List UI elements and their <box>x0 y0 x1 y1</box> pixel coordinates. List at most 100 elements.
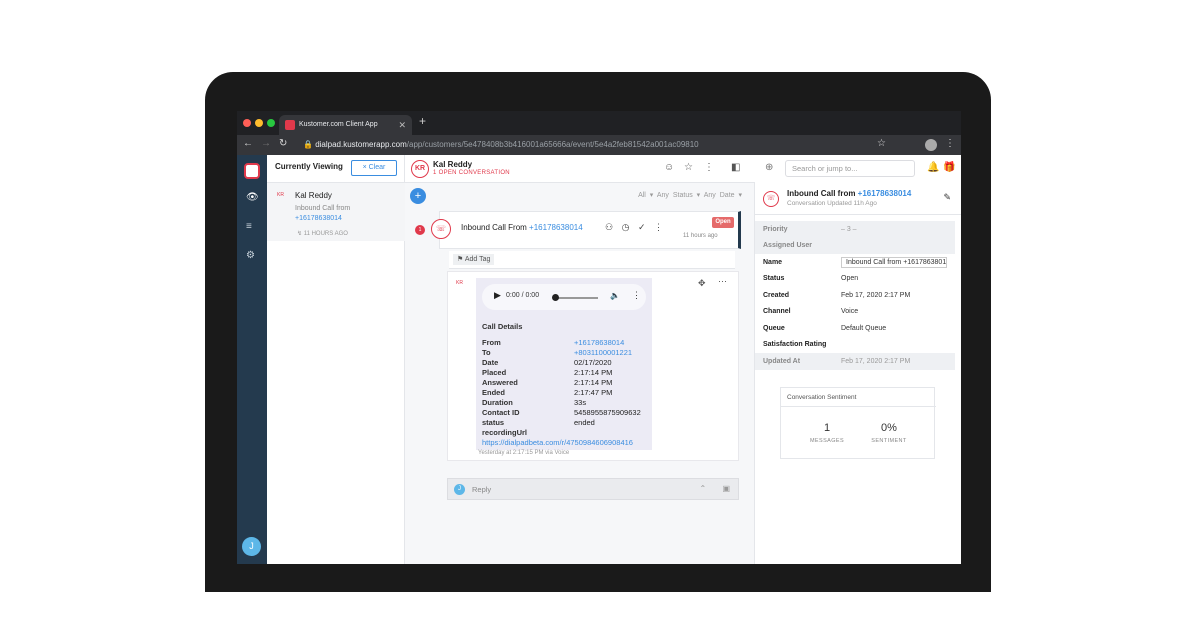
property-row: Queue Default Queue <box>755 320 955 337</box>
url-field[interactable]: 🔒 dialpad.kustomerapp.com/app/customers/… <box>303 138 903 152</box>
address-bar: ← → ↻ 🔒 dialpad.kustomerapp.com/app/cust… <box>237 135 961 155</box>
reload-icon[interactable]: ↻ <box>279 138 287 149</box>
call-detail-value: ended <box>574 418 595 427</box>
call-detail-value: 2:17:47 PM <box>574 388 613 397</box>
eye-icon[interactable]: 👁 <box>246 192 259 203</box>
call-detail-key: Duration <box>482 398 513 407</box>
customer-header-name[interactable]: Kal Reddy <box>433 160 472 169</box>
call-detail-value[interactable]: +16178638014 <box>574 338 624 348</box>
property-value[interactable]: Feb 17, 2020 2:17 PM <box>841 358 910 365</box>
minimize-window-dot[interactable] <box>255 119 263 127</box>
app-sidebar: 👁 ≡ ⚙ J <box>237 155 267 564</box>
call-detail-key: Date <box>482 358 499 367</box>
property-key: Assigned User <box>763 242 813 250</box>
player-progress[interactable] <box>554 297 598 299</box>
forward-icon[interactable]: → <box>261 138 271 149</box>
player-scrubber[interactable] <box>552 294 559 301</box>
property-value[interactable]: Inbound Call from +16178638014 <box>841 256 947 268</box>
timeline-filters[interactable]: All ▾ Any Status ▾ Any Date ▾ <box>638 191 742 199</box>
gift-icon[interactable]: 🎁 <box>943 162 955 173</box>
edit-pencil-icon[interactable]: ✎ <box>943 192 951 203</box>
bookmark-star-icon[interactable]: ☆ <box>877 138 886 149</box>
gear-icon[interactable]: ⚙ <box>246 250 255 261</box>
call-detail-row: Contact ID 5458955875909632 <box>482 408 641 418</box>
add-circle-icon[interactable]: ⊕ <box>765 162 773 173</box>
snooze-icon[interactable]: ◷ <box>622 222 630 232</box>
reply-avatar: J <box>454 484 465 495</box>
message-author-initials: KR <box>456 280 463 286</box>
property-row: Satisfaction Rating <box>755 337 955 354</box>
reply-box[interactable]: J Reply ⌃ ▣ <box>447 478 739 500</box>
recording-url-link[interactable]: https://dialpadbeta.com/r/47509846069084… <box>482 438 641 448</box>
call-detail-row: To +8031100001221 <box>482 348 641 358</box>
bell-icon[interactable]: 🔔 <box>927 162 939 173</box>
more-icon[interactable]: ⋮ <box>704 162 714 173</box>
property-row: Status Open <box>755 271 955 288</box>
detail-phone-icon: ☏ <box>763 191 779 207</box>
clear-button[interactable]: × Clear <box>351 160 397 176</box>
message-bubble: ▶ 0:00 / 0:00 🔈 ⋮ Call Details From +1617… <box>476 278 652 450</box>
conversation-title[interactable]: Inbound Call From +16178638014 <box>461 223 583 232</box>
call-detail-value[interactable]: +8031100001221 <box>574 348 632 358</box>
property-row: Updated At Feb 17, 2020 2:17 PM <box>755 353 955 370</box>
back-icon[interactable]: ← <box>243 138 253 149</box>
kustomer-logo-icon[interactable] <box>244 163 260 179</box>
sentiment-card: Conversation Sentiment 1 MESSAGES 0% SEN… <box>780 387 936 459</box>
call-detail-row: Duration 33s <box>482 398 641 408</box>
property-value[interactable]: Default Queue <box>841 325 886 332</box>
property-value[interactable]: Voice <box>841 308 858 315</box>
status-badge: Open <box>712 217 734 228</box>
customer-list-item[interactable]: KR Kal Reddy Inbound Call from +161786380… <box>267 183 405 241</box>
call-detail-key: status <box>482 418 505 427</box>
property-value[interactable]: Feb 17, 2020 2:17 PM <box>841 292 910 299</box>
property-value[interactable]: Open <box>841 275 858 282</box>
url-path: /app/customers/5e478408b3b416001a65666a/… <box>406 140 699 149</box>
panel-toggle-icon[interactable]: ◧ <box>731 162 740 173</box>
call-detail-key: Answered <box>482 378 518 387</box>
property-key: Priority <box>763 225 788 233</box>
message-more-icon[interactable]: ⋯ <box>718 276 727 287</box>
add-tag-button[interactable]: ⚑ Add Tag <box>453 254 495 265</box>
close-window-dot[interactable] <box>243 119 251 127</box>
assign-user-icon[interactable]: ⚇ <box>605 222 613 232</box>
close-tab-icon[interactable]: ✕ <box>398 115 406 135</box>
browser-tab[interactable]: Kustomer.com Client App ✕ <box>279 115 412 135</box>
customer-phone: +16178638014 <box>295 215 342 222</box>
property-row: Name Inbound Call from +16178638014 <box>755 254 955 271</box>
done-icon[interactable]: ✓ <box>638 222 646 232</box>
smiley-icon[interactable]: ☺ <box>664 162 674 173</box>
maximize-window-dot[interactable] <box>267 119 275 127</box>
call-detail-row: Ended 2:17:47 PM <box>482 388 641 398</box>
search-list-icon[interactable]: ≡ <box>246 221 252 232</box>
call-detail-row: Date 02/17/2020 <box>482 358 641 368</box>
detail-title: Inbound Call from +16178638014 <box>787 189 911 198</box>
property-key: Status <box>763 275 785 283</box>
move-icon[interactable]: ✥ <box>698 278 706 289</box>
property-key: Created <box>763 291 790 299</box>
star-icon[interactable]: ☆ <box>684 162 693 173</box>
call-detail-value: 5458955875909632 <box>574 408 641 417</box>
messages-label: MESSAGES <box>809 438 845 444</box>
player-more-icon[interactable]: ⋮ <box>632 290 641 301</box>
property-row: Priority – 3 – <box>755 221 955 238</box>
expand-icon[interactable]: ⌃ <box>700 484 707 493</box>
play-icon[interactable]: ▶ <box>494 290 501 301</box>
browser-menu-icon[interactable]: ⋮ <box>945 138 955 149</box>
tab-title: Kustomer.com Client App <box>299 121 378 128</box>
unread-badge: 1 <box>415 225 425 235</box>
sentiment-title: Conversation Sentiment <box>787 394 857 401</box>
call-detail-row: recordingUrl <box>482 428 641 438</box>
conversation-title-text: Inbound Call From <box>461 223 527 232</box>
attachment-icon[interactable]: ▣ <box>722 484 730 493</box>
volume-icon[interactable]: 🔈 <box>610 291 620 300</box>
search-input[interactable]: Search or jump to... <box>785 160 915 177</box>
user-avatar[interactable]: J <box>242 537 261 556</box>
conversation-more-icon[interactable]: ⋮ <box>654 222 663 232</box>
player-time: 0:00 / 0:00 <box>506 292 540 299</box>
new-tab-icon[interactable]: + <box>419 114 426 128</box>
add-conversation-button[interactable]: + <box>410 188 426 204</box>
property-value[interactable]: – 3 – <box>841 226 857 233</box>
profile-avatar[interactable] <box>925 139 937 151</box>
property-key: Satisfaction Rating <box>763 341 827 349</box>
url-host: dialpad.kustomerapp.com <box>315 140 407 149</box>
